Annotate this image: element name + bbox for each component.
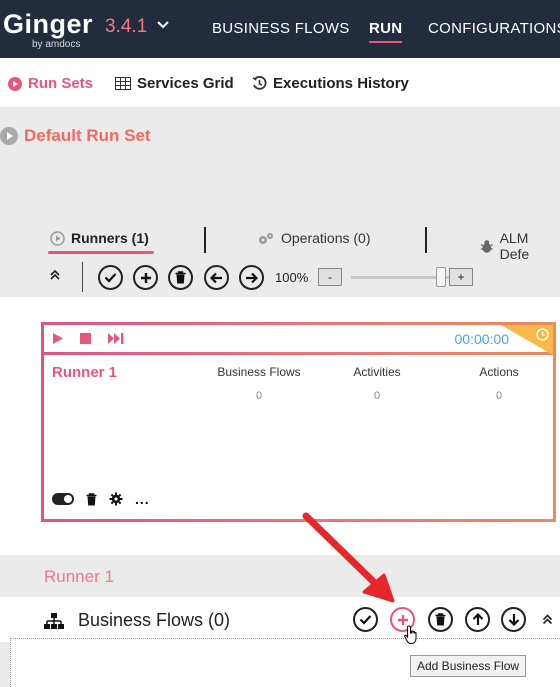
tab-divider — [204, 227, 206, 253]
trash-icon — [175, 271, 186, 284]
delete-runner-button[interactable] — [168, 265, 193, 290]
zoom-in-button[interactable]: + — [449, 268, 473, 286]
zoom-slider-thumb[interactable] — [436, 267, 446, 287]
version-label[interactable]: 3.4.1 — [105, 16, 147, 38]
trash-icon — [435, 613, 446, 626]
grid-icon — [115, 77, 131, 90]
zoom-slider-track[interactable] — [351, 276, 449, 279]
plus-icon — [140, 272, 151, 283]
arrow-left-icon — [210, 272, 222, 283]
check-icon — [359, 615, 372, 625]
subnav-executions-history-label: Executions History — [273, 75, 409, 92]
run-set-name[interactable]: Default Run Set — [24, 126, 151, 146]
subnav-executions-history[interactable]: Executions History — [252, 75, 409, 92]
tooltip: Add Business Flow — [410, 655, 527, 677]
subnav-services-grid[interactable]: Services Grid — [115, 75, 234, 92]
arrow-right-icon — [246, 272, 258, 283]
app-logo-subtitle: by amdocs — [32, 39, 81, 50]
business-flows-title: Business Flows (0) — [44, 610, 230, 631]
runner-name[interactable]: Runner 1 — [52, 364, 117, 381]
add-runner-button[interactable] — [133, 265, 158, 290]
play-icon[interactable] — [52, 332, 64, 345]
stat-label-business-flows: Business Flows — [217, 365, 301, 379]
runner-section-title: Runner 1 — [44, 567, 114, 586]
zoom-out-button[interactable]: - — [318, 268, 342, 286]
runner-footer: ... — [52, 491, 150, 507]
tab-runners[interactable]: Runners (1) — [50, 230, 149, 246]
top-nav-bar: Ginger by amdocs 3.4.1 BUSINESS FLOWS RU… — [0, 0, 560, 58]
tab-operations-label: Operations (0) — [281, 230, 371, 246]
play-circle-icon — [8, 76, 22, 91]
tab-runners-label: Runners (1) — [71, 230, 149, 246]
check-icon — [104, 273, 117, 283]
arrow-down-icon — [508, 614, 519, 626]
toolbar-divider — [82, 262, 83, 292]
move-up-button[interactable] — [465, 607, 490, 632]
subnav-run-sets-label: Run Sets — [28, 75, 94, 92]
clock-icon — [536, 328, 549, 341]
tab-alm-defects-label: ALM Defe — [499, 230, 530, 262]
more-options-button[interactable]: ... — [135, 491, 150, 507]
hierarchy-icon — [44, 612, 64, 629]
check-button[interactable] — [98, 265, 123, 290]
stat-value-activities: 0 — [373, 390, 381, 402]
history-icon — [252, 76, 267, 90]
run-set-title: Default Run Set — [0, 126, 151, 146]
bug-icon — [480, 239, 493, 253]
nav-configurations[interactable]: CONFIGURATIONS — [428, 20, 560, 37]
stat-label-actions: Actions — [479, 365, 519, 379]
collapse-icon[interactable] — [48, 268, 62, 287]
active-tab-indicator — [48, 251, 154, 254]
app-logo: Ginger — [3, 9, 94, 39]
stat-label-activities: Activities — [353, 365, 401, 379]
runner-card[interactable]: 00:00:00 Runner 1 Business Flows Activit… — [41, 322, 556, 522]
arrow-up-icon — [472, 613, 483, 625]
subnav-run-sets[interactable]: Run Sets — [8, 75, 93, 92]
zoom-level-label: 100% — [275, 270, 309, 285]
trash-icon[interactable] — [86, 492, 97, 506]
plus-icon — [397, 614, 408, 625]
gear-icon[interactable] — [109, 492, 123, 506]
tab-operations[interactable]: Operations (0) — [257, 230, 370, 246]
move-left-button[interactable] — [204, 265, 229, 290]
gears-icon — [259, 232, 273, 244]
subnav-services-grid-label: Services Grid — [137, 75, 234, 92]
delete-business-flow-button[interactable] — [428, 607, 453, 632]
play-circle-icon — [50, 230, 65, 246]
stop-icon[interactable] — [80, 333, 91, 344]
check-business-flows-button[interactable] — [353, 607, 378, 632]
skip-icon[interactable] — [107, 332, 124, 345]
toggle-icon[interactable] — [52, 493, 74, 505]
tab-divider — [425, 227, 427, 253]
move-down-button[interactable] — [501, 607, 526, 632]
nav-business-flows[interactable]: BUSINESS FLOWS — [212, 20, 350, 37]
play-circle-icon — [0, 127, 18, 145]
move-right-button[interactable] — [239, 265, 264, 290]
business-flows-label: Business Flows (0) — [78, 610, 231, 630]
stat-value-actions: 0 — [495, 390, 503, 402]
nav-run[interactable]: RUN — [369, 20, 403, 43]
hand-cursor-icon — [404, 625, 420, 651]
stat-value-business-flows: 0 — [255, 390, 263, 402]
runner-controls-bar: 00:00:00 — [44, 325, 553, 355]
sub-nav-bar: Run Sets Services Grid Executions Histor… — [0, 58, 560, 108]
collapse-icon[interactable] — [541, 613, 554, 631]
tab-alm-defects[interactable]: ALM Defe — [480, 230, 560, 262]
chevron-down-icon[interactable] — [156, 17, 170, 33]
